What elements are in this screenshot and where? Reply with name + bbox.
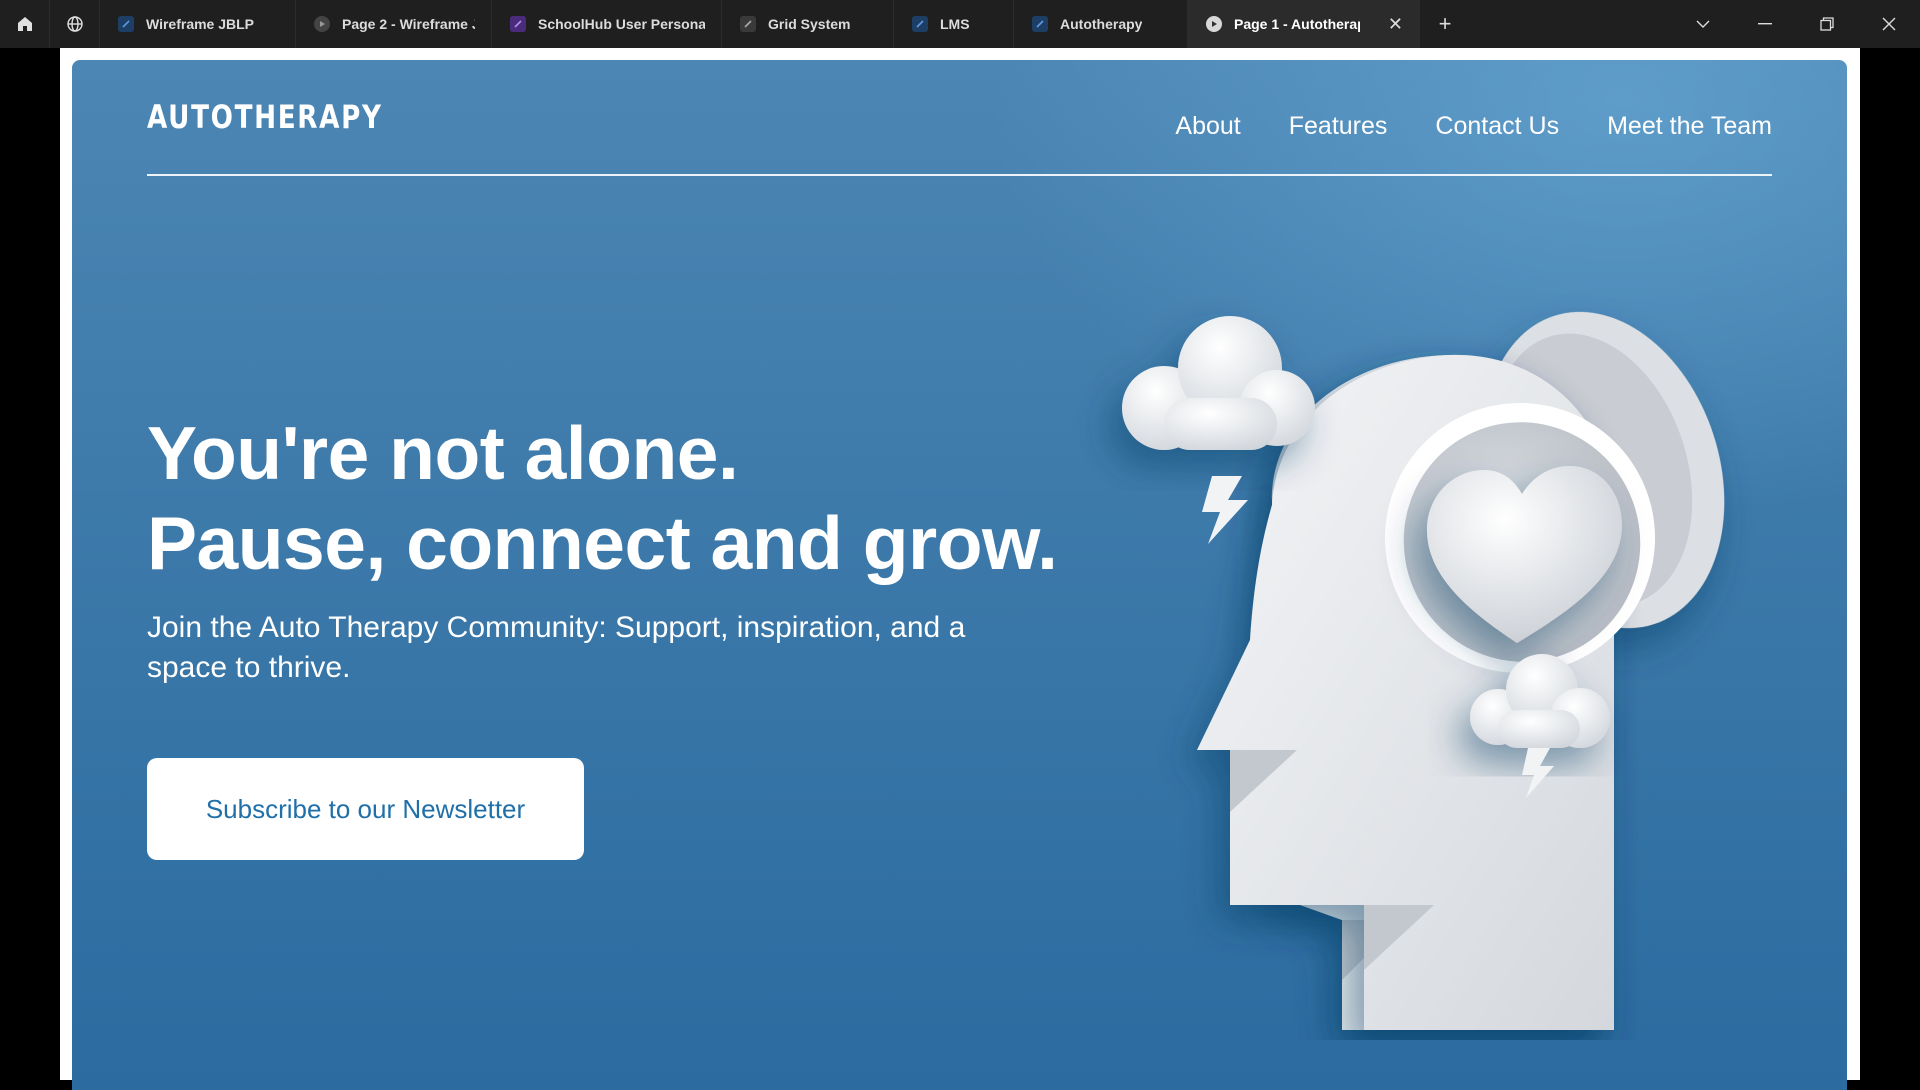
tab-label: Wireframe JBLP	[146, 16, 255, 32]
tab-label: SchoolHub User Persona	[538, 16, 705, 32]
cloud-left	[1122, 316, 1315, 450]
figma-file-icon	[1032, 16, 1048, 32]
tab-label: Grid System	[768, 16, 851, 32]
main-nav: About Features Contact Us Meet the Team	[1175, 112, 1772, 141]
tab-label: LMS	[940, 16, 970, 32]
close-window-icon[interactable]	[1858, 0, 1920, 48]
nav-about[interactable]: About	[1175, 112, 1240, 141]
figma-prototype-icon	[314, 16, 330, 32]
tab-page-1-autotherapy[interactable]: Page 1 - Autotherapy ✕	[1188, 0, 1420, 48]
chevron-down-icon[interactable]	[1672, 0, 1734, 48]
home-icon[interactable]	[0, 0, 50, 48]
tab-label: Page 2 - Wireframe JBLP	[342, 16, 475, 32]
tab-label: Autotherapy	[1060, 16, 1143, 32]
head-heart-illustration	[1122, 311, 1725, 1030]
globe-icon[interactable]	[50, 0, 100, 48]
nav-contact-us[interactable]: Contact Us	[1435, 112, 1559, 141]
tab-wireframe-jblp[interactable]: Wireframe JBLP	[100, 0, 296, 48]
new-tab-button[interactable]: +	[1420, 0, 1470, 48]
restore-icon[interactable]	[1796, 0, 1858, 48]
headline-line-2: Pause, connect and grow.	[147, 501, 1058, 585]
tab-page-2-wireframe-jblp[interactable]: Page 2 - Wireframe JBLP	[296, 0, 492, 48]
minimize-icon[interactable]	[1734, 0, 1796, 48]
site-logo[interactable]: AUTOTHERAPY	[147, 98, 383, 136]
lightning-bolt-icon	[1202, 476, 1248, 544]
figjam-file-icon	[510, 16, 526, 32]
hero-headline: You're not alone. Pause, connect and gro…	[147, 408, 1058, 588]
tab-autotherapy[interactable]: Autotherapy	[1014, 0, 1188, 48]
nav-divider	[147, 174, 1772, 176]
tab-grid-system[interactable]: Grid System	[722, 0, 894, 48]
close-tab-icon[interactable]: ✕	[1372, 14, 1403, 35]
tab-label: Page 1 - Autotherapy	[1234, 16, 1360, 32]
figma-prototype-icon	[1206, 16, 1222, 32]
figma-file-icon	[912, 16, 928, 32]
tab-schoolhub-user-persona[interactable]: SchoolHub User Persona	[492, 0, 722, 48]
window-controls	[1672, 0, 1920, 48]
hero-subtitle: Join the Auto Therapy Community: Support…	[147, 611, 966, 684]
subscribe-newsletter-button[interactable]: Subscribe to our Newsletter	[147, 758, 584, 860]
figma-file-icon	[740, 16, 756, 32]
headline-line-1: You're not alone.	[147, 411, 739, 495]
tab-lms[interactable]: LMS	[894, 0, 1014, 48]
figma-file-icon	[118, 16, 134, 32]
hero-section: AUTOTHERAPY About Features Contact Us Me…	[72, 60, 1847, 1090]
nav-meet-the-team[interactable]: Meet the Team	[1607, 112, 1772, 141]
prototype-frame: AUTOTHERAPY About Features Contact Us Me…	[60, 48, 1860, 1090]
browser-tab-bar: Wireframe JBLP Page 2 - Wireframe JBLP S…	[0, 0, 1920, 48]
nav-features[interactable]: Features	[1289, 112, 1388, 141]
